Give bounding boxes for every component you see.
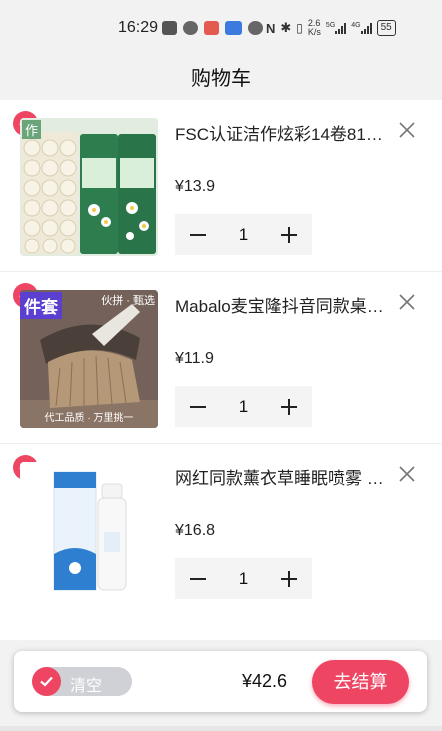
quantity-value[interactable]: 1	[239, 225, 248, 245]
checkout-bar: 清空 ¥42.6 去结算	[14, 651, 427, 712]
signal-2-icon: 4G	[351, 22, 372, 34]
remove-item-icon[interactable]	[398, 121, 416, 139]
decrease-quantity-button[interactable]	[187, 568, 209, 590]
product-price: ¥11.9	[175, 350, 214, 367]
increase-quantity-button[interactable]	[278, 568, 300, 590]
thumb-caption: 件套	[20, 292, 62, 319]
remove-item-icon[interactable]	[398, 293, 416, 311]
app-dot-icon	[248, 21, 263, 35]
product-price: ¥13.9	[175, 178, 216, 195]
product-image-spray[interactable]	[20, 462, 158, 600]
net-speed: 2.6 K/s	[307, 18, 321, 37]
bottom-divider	[0, 726, 442, 731]
checkout-button[interactable]: 去结算	[312, 660, 409, 704]
increase-quantity-button[interactable]	[278, 224, 300, 246]
total-price: ¥42.6	[242, 671, 288, 691]
quantity-stepper: 1	[175, 214, 312, 255]
notification-icons	[162, 19, 263, 37]
battery-icon: 55	[376, 20, 396, 36]
app-notification-icon	[204, 21, 219, 35]
clear-cart-button[interactable]: 清空	[32, 667, 132, 696]
cart-item: 件套 伙拼 · 甄选 代工品质 · 万里挑一 Mabalo麦宝隆抖音同款桌… ¥…	[0, 272, 442, 444]
signal-1-icon: 5G	[326, 22, 347, 34]
app-189-icon	[225, 21, 242, 35]
product-name[interactable]: FSC认证洁作炫彩14卷81…	[175, 120, 387, 145]
quantity-stepper: 1	[175, 386, 312, 427]
wechat-icon	[183, 21, 198, 35]
clear-label: 清空	[70, 678, 103, 695]
thumb-caption: 作	[22, 120, 42, 139]
quantity-value[interactable]: 1	[239, 397, 248, 417]
system-icons: N ✱ ▯ 2.6 K/s 5G 4G 55	[266, 17, 396, 39]
remove-item-icon[interactable]	[398, 465, 416, 483]
cart-list: 作 FSC认证洁作炫彩14卷81… ¥13.9 1 件套 伙拼 · 甄选 代工品…	[0, 100, 442, 640]
status-time: 16:29	[118, 19, 159, 36]
cart-item: 网红同款薰衣草睡眠喷雾 … ¥16.8 1	[0, 444, 442, 616]
product-name[interactable]: 网红同款薰衣草睡眠喷雾 …	[175, 464, 387, 489]
product-image-broom[interactable]: 件套 伙拼 · 甄选 代工品质 · 万里挑一	[20, 290, 158, 428]
status-bar: 16:29 N ✱ ▯ 2.6 K/s 5G 4G 55	[0, 0, 442, 50]
nfc-icon: N	[266, 20, 276, 36]
product-image-tissue[interactable]: 作	[20, 118, 158, 256]
quantity-stepper: 1	[175, 558, 312, 599]
thumb-badge: 伙拼 · 甄选	[101, 295, 155, 307]
thumb-footer: 代工品质 · 万里挑一	[44, 413, 134, 424]
vibrate-icon: ▯	[296, 21, 303, 35]
cart-item: 作 FSC认证洁作炫彩14卷81… ¥13.9 1	[0, 100, 442, 272]
select-all-checkbox[interactable]	[32, 667, 61, 696]
quantity-value[interactable]: 1	[239, 569, 248, 589]
increase-quantity-button[interactable]	[278, 396, 300, 418]
page-header: 购物车	[0, 50, 442, 100]
bluetooth-icon: ✱	[280, 20, 292, 35]
decrease-quantity-button[interactable]	[187, 396, 209, 418]
product-price: ¥16.8	[175, 522, 216, 539]
decrease-quantity-button[interactable]	[187, 224, 209, 246]
page-title: 购物车	[191, 68, 251, 90]
mail-icon	[162, 21, 177, 35]
product-name[interactable]: Mabalo麦宝隆抖音同款桌…	[175, 292, 387, 317]
